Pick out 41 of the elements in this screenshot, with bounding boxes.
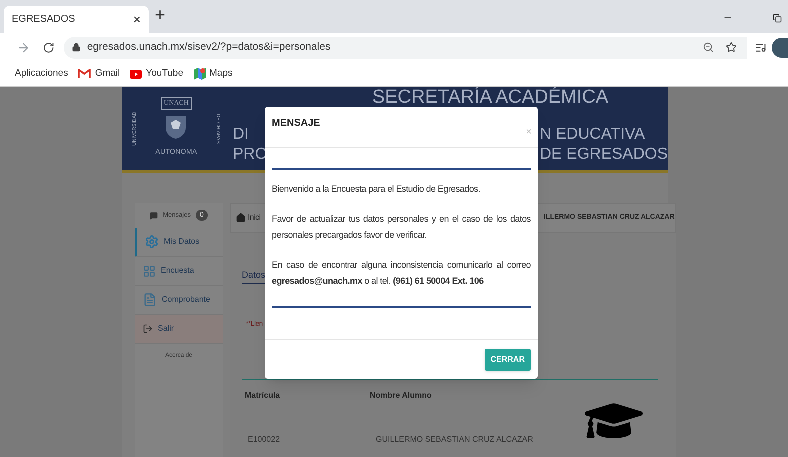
restore-icon[interactable] <box>773 14 782 23</box>
browser-tab[interactable]: EGRESADOS × <box>4 6 149 33</box>
sidebar-item[interactable]: Mis Datos <box>135 228 223 257</box>
home-icon <box>236 213 246 223</box>
address-bar[interactable]: egresados.unach.mx/sisev2/?p=datos&i=personales <box>64 36 747 58</box>
sidebar-item[interactable]: Encuesta <box>135 257 223 286</box>
sidebar-item[interactable]: Salir <box>135 315 223 344</box>
tab-close-button[interactable]: × <box>133 10 141 30</box>
dialog-title: MENSAJE <box>272 117 320 131</box>
bookmark[interactable]: YouTube <box>130 66 184 82</box>
lock-icon <box>72 43 82 52</box>
logout-icon <box>143 324 153 334</box>
grid-icon <box>143 264 156 278</box>
url-text: egresados.unach.mx/sisev2/?p=datos&i=personales <box>87 40 332 55</box>
gear-icon <box>145 235 159 249</box>
header-subtitle: DI <box>232 126 249 143</box>
message-icon <box>150 212 158 220</box>
tab-title: EGRESADOS <box>12 13 76 27</box>
bookmark[interactable]: Aplicaciones <box>15 66 68 82</box>
star-icon[interactable] <box>726 42 737 53</box>
forward-icon[interactable] <box>17 40 31 54</box>
zoom-icon[interactable] <box>702 42 714 53</box>
dialog-paragraph: Bienvenido a la Encuesta para el Estudio de Egresados. <box>272 183 482 196</box>
document-icon <box>143 293 157 307</box>
dialog-paragraph: En caso de encontrar alguna inconsistencia comunicarlo al correo egresados@unach.mx o al tel. (961) 61 50004 Ext. 106 <box>272 259 531 288</box>
play-icon <box>130 70 142 78</box>
header-subtitle: N EDUCATIVA <box>540 125 646 145</box>
reading-list-icon[interactable] <box>754 42 766 54</box>
column-header: Matrícula <box>245 390 282 402</box>
bookmark[interactable]: Gmail <box>78 66 120 82</box>
new-tab-button[interactable]: + <box>155 2 166 29</box>
header-subtitle: DE EGRESADOS <box>540 145 668 165</box>
reload-icon[interactable] <box>42 42 54 54</box>
mail-icon <box>78 69 92 79</box>
column-header: Nombre Alumno <box>370 390 432 402</box>
table-cell-text: E100022 <box>248 434 282 446</box>
dialog-paragraph: Favor de actualizar tus datos personales y en el caso de los datos personales precargados favor de verificar. <box>272 213 531 242</box>
table-cell: GUILLERMO SEBASTIAN CRUZ ALCAZAR <box>376 434 534 446</box>
profile-avatar[interactable] <box>772 38 788 58</box>
bookmark[interactable]: Maps <box>194 66 233 82</box>
close-dialog-button[interactable]: CERRAR <box>484 348 531 370</box>
